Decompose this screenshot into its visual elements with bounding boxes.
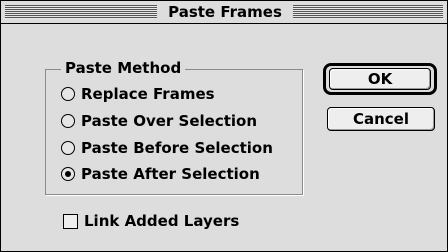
paste-frames-dialog: Paste Frames Paste Method Replace Frames…: [0, 0, 448, 252]
radio-button-selected[interactable]: [61, 167, 75, 181]
dialog-title: Paste Frames: [157, 3, 293, 21]
title-stripes-right: [293, 5, 443, 19]
link-added-layers-row[interactable]: Link Added Layers: [63, 211, 239, 231]
radio-label: Paste Over Selection: [81, 112, 258, 130]
checkbox-label: Link Added Layers: [84, 212, 240, 230]
radio-label: Paste Before Selection: [81, 139, 273, 157]
title-bar[interactable]: Paste Frames: [1, 1, 447, 24]
paste-method-label: Paste Method: [61, 59, 186, 77]
radio-button[interactable]: [61, 114, 75, 128]
radio-button[interactable]: [61, 87, 75, 101]
radio-selected-dot: [65, 171, 71, 177]
ok-button[interactable]: OK: [329, 68, 431, 90]
cancel-button[interactable]: Cancel: [327, 107, 435, 131]
link-added-layers-checkbox[interactable]: [63, 213, 78, 229]
radio-paste-before-selection[interactable]: Paste Before Selection: [61, 138, 273, 158]
radio-label: Replace Frames: [81, 85, 215, 103]
radio-label: Paste After Selection: [81, 165, 260, 183]
radio-replace-frames[interactable]: Replace Frames: [61, 84, 215, 104]
radio-paste-over-selection[interactable]: Paste Over Selection: [61, 111, 257, 131]
radio-button[interactable]: [61, 141, 75, 155]
title-stripes-left: [5, 5, 157, 19]
radio-paste-after-selection[interactable]: Paste After Selection: [61, 164, 260, 184]
